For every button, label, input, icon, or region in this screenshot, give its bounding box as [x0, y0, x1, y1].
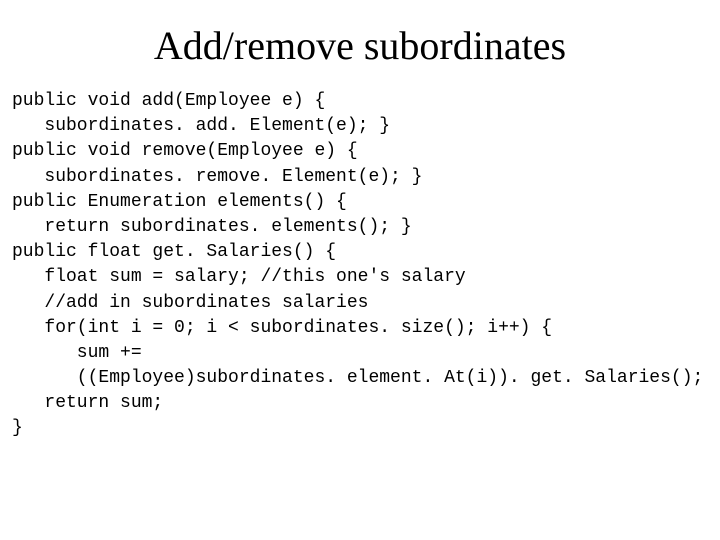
code-block: public void add(Employee e) { subordinat… [10, 89, 710, 442]
slide-container: Add/remove subordinates public void add(… [0, 0, 720, 540]
slide-title: Add/remove subordinates [10, 22, 710, 69]
